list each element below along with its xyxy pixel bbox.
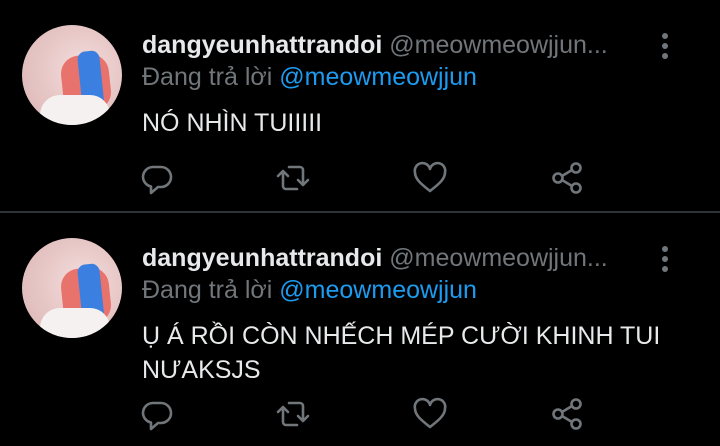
like-icon[interactable] bbox=[412, 160, 448, 196]
user-handle[interactable]: @meowmeowjjun... bbox=[389, 244, 608, 272]
tweet-header: dangyeunhattrandoi @meowmeowjjun... bbox=[142, 243, 652, 273]
replying-mention-link[interactable]: @meowmeowjjun bbox=[279, 276, 477, 304]
share-icon[interactable] bbox=[549, 160, 585, 196]
display-name[interactable]: dangyeunhattrandoi bbox=[142, 31, 382, 59]
tweet-header: dangyeunhattrandoi @meowmeowjjun... bbox=[142, 30, 652, 60]
tweet[interactable]: dangyeunhattrandoi @meowmeowjjun... Đang… bbox=[0, 0, 720, 212]
reply-icon[interactable] bbox=[139, 396, 175, 432]
tweet-text: NÓ NHÌN TUIIIII bbox=[142, 109, 323, 137]
action-bar bbox=[0, 396, 720, 436]
more-options-icon[interactable] bbox=[655, 32, 675, 60]
action-bar bbox=[0, 160, 720, 200]
replying-mention-link[interactable]: @meowmeowjjun bbox=[279, 63, 477, 91]
user-handle[interactable]: @meowmeowjjun... bbox=[389, 31, 608, 59]
replying-prefix: Đang trả lời bbox=[142, 63, 273, 91]
replying-prefix: Đang trả lời bbox=[142, 276, 273, 304]
retweet-icon[interactable] bbox=[275, 160, 311, 196]
tweet[interactable]: dangyeunhattrandoi @meowmeowjjun... Đang… bbox=[0, 213, 720, 446]
replying-to: Đang trả lời @meowmeowjjun bbox=[142, 275, 477, 305]
share-icon[interactable] bbox=[549, 396, 585, 432]
reply-icon[interactable] bbox=[139, 160, 175, 196]
more-options-icon[interactable] bbox=[655, 245, 675, 273]
replying-to: Đang trả lời @meowmeowjjun bbox=[142, 62, 477, 92]
tweet-text: Ụ Á RỒI CÒN NHẾCH MÉP CƯỜI KHINH TUI NƯA… bbox=[142, 322, 661, 384]
avatar[interactable] bbox=[22, 25, 122, 125]
like-icon[interactable] bbox=[412, 396, 448, 432]
avatar[interactable] bbox=[22, 238, 122, 338]
retweet-icon[interactable] bbox=[275, 396, 311, 432]
display-name[interactable]: dangyeunhattrandoi bbox=[142, 244, 382, 272]
